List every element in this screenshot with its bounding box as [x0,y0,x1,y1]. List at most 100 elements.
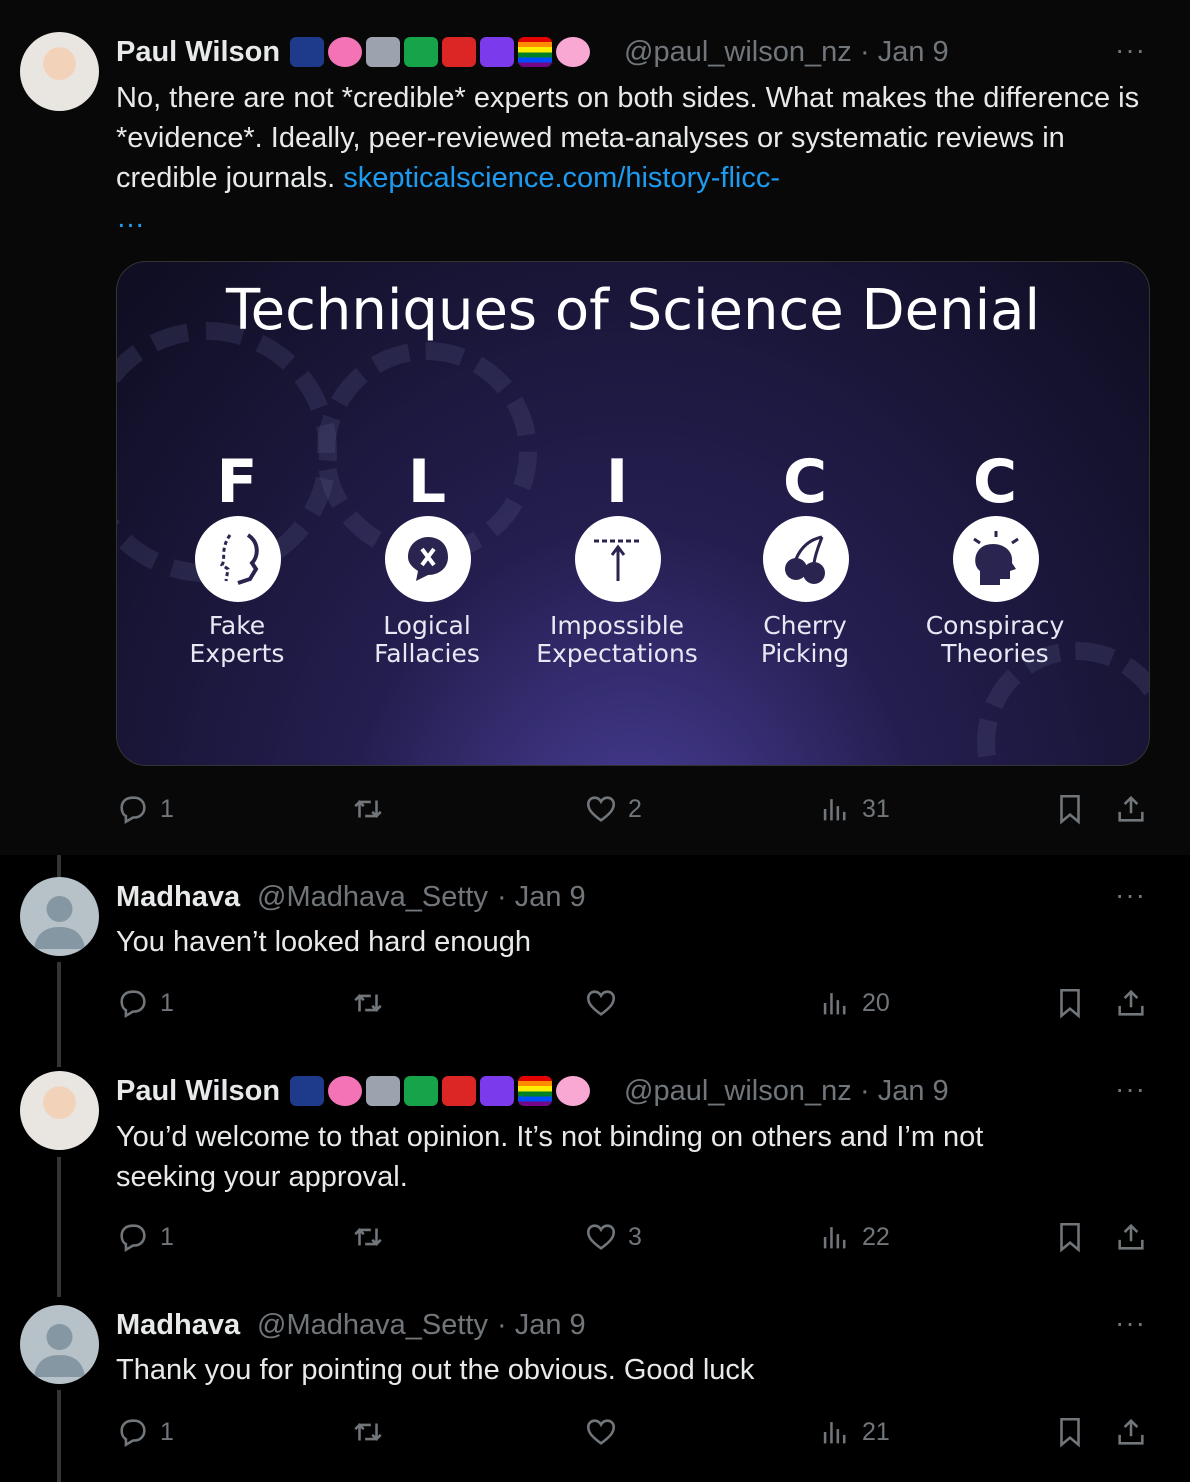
caption-line: Cherry [763,611,847,640]
alien-monster-icon [480,1076,514,1106]
heart-icon [586,796,616,822]
share-icon [1118,1418,1144,1445]
like-button[interactable]: 3 [584,1220,642,1254]
timestamp[interactable]: · Jan 9 [860,36,949,69]
more-options-icon[interactable]: ··· [1115,1073,1146,1105]
repost-button[interactable] [351,1220,395,1254]
share-button[interactable] [1114,986,1148,1020]
caption-line: Fallacies [374,639,480,668]
reply-count: 1 [160,988,174,1017]
handle[interactable]: @paul_wilson_nz [624,36,852,69]
bookmark-button[interactable] [1053,1415,1087,1449]
tweet-link[interactable]: skepticalscience.com/history-flicc- [343,162,780,194]
share-icon [1118,989,1144,1016]
avatar[interactable] [20,32,99,111]
caption-line: Picking [760,639,850,668]
timestamp[interactable]: · Jan 9 [497,881,586,914]
reply-icon [120,796,146,825]
avatar[interactable] [20,1305,99,1384]
more-options-icon[interactable]: ··· [1115,879,1146,911]
repost-icon [354,800,382,818]
reply-button[interactable]: 1 [116,986,174,1020]
reply-icon [120,1224,146,1253]
views-button[interactable]: 22 [818,1220,890,1254]
flicc-caption: Cherry Picking [715,612,895,668]
dinosaur-icon [404,37,438,67]
cherry-icon [763,516,849,602]
views-button[interactable]: 21 [818,1415,890,1449]
alien-monster-icon [480,37,514,67]
action-bar: 1 20 [116,986,1156,1026]
handle[interactable]: @Madhava_Setty [257,881,488,914]
author-name[interactable]: Paul Wilson [116,36,280,69]
caption-line: Impossible [549,611,685,640]
caption-line: Expectations [536,639,698,668]
handle[interactable]: @paul_wilson_nz [624,1075,852,1108]
brain-icon [328,37,362,67]
view-count: 31 [862,794,890,823]
views-button[interactable]: 20 [818,986,890,1020]
face-profile-icon [195,516,281,602]
emoji-strip [290,1076,590,1106]
author-name[interactable]: Madhava [116,1309,240,1342]
analytics-icon [823,1227,846,1249]
author-name[interactable]: Paul Wilson [116,1075,280,1108]
bookmark-icon [1060,1222,1080,1253]
reply-button[interactable]: 1 [116,1220,174,1254]
like-button[interactable] [584,1415,628,1449]
timestamp[interactable]: · Jan 9 [860,1075,949,1108]
share-button[interactable] [1114,792,1148,826]
share-button[interactable] [1114,1415,1148,1449]
flicc-caption: Conspiracy Theories [905,612,1085,668]
link-ellipsis[interactable]: … [116,202,145,234]
tweet[interactable]: Paul Wilson @paul_wilson_nz · Jan 9 ··· … [0,0,1190,855]
dinosaur-icon [404,1076,438,1106]
like-button[interactable]: 2 [584,792,642,826]
media-image[interactable]: Techniques of Science Denial F Fake Exper… [116,261,1150,766]
view-count: 22 [862,1222,890,1251]
share-button[interactable] [1114,1220,1148,1254]
reply-icon [120,1419,146,1448]
share-icon [1118,1223,1144,1250]
speech-x-icon [385,516,471,602]
repost-button[interactable] [351,792,395,826]
handle[interactable]: @Madhava_Setty [257,1309,488,1342]
reply-icon [120,990,146,1019]
author-name[interactable]: Madhava [116,881,240,914]
avatar[interactable] [20,877,99,956]
flicc-letter: C [972,447,1018,517]
octopus-icon [556,1076,590,1106]
analytics-icon [823,799,846,821]
reply-count: 1 [160,794,174,823]
flicc-caption: Impossible Expectations [527,612,707,668]
bookmark-button[interactable] [1053,792,1087,826]
avatar[interactable] [20,1071,99,1150]
tweet[interactable]: Madhava @Madhava_Setty · Jan 9 ··· Thank… [0,1285,1190,1482]
like-button[interactable] [584,986,628,1020]
repost-button[interactable] [351,1415,395,1449]
bookmark-button[interactable] [1053,986,1087,1020]
tweet-text: You haven’t looked hard enough [116,926,531,958]
views-button[interactable]: 31 [818,792,890,826]
repost-button[interactable] [351,986,395,1020]
brain-icon [328,1076,362,1106]
dice-icon [442,1076,476,1106]
reply-button[interactable]: 1 [116,1415,174,1449]
arrow-bar-icon [575,516,661,602]
caption-line: Theories [941,639,1049,668]
reply-button[interactable]: 1 [116,792,174,826]
more-options-icon[interactable]: ··· [1115,34,1146,66]
tweet[interactable]: Madhava @Madhava_Setty · Jan 9 ··· You h… [0,855,1190,1050]
heart-icon [586,1224,616,1250]
heart-icon [586,1419,616,1445]
share-icon [1118,795,1144,822]
tweet[interactable]: Paul Wilson @paul_wilson_nz · Jan 9 ··· … [0,1050,1190,1285]
reply-count: 1 [160,1417,174,1446]
timestamp[interactable]: · Jan 9 [497,1309,586,1342]
repost-icon [354,1423,382,1441]
bookmark-button[interactable] [1053,1220,1087,1254]
view-count: 21 [862,1417,890,1446]
octopus-icon [556,37,590,67]
heart-icon [586,990,616,1016]
more-options-icon[interactable]: ··· [1115,1307,1146,1339]
